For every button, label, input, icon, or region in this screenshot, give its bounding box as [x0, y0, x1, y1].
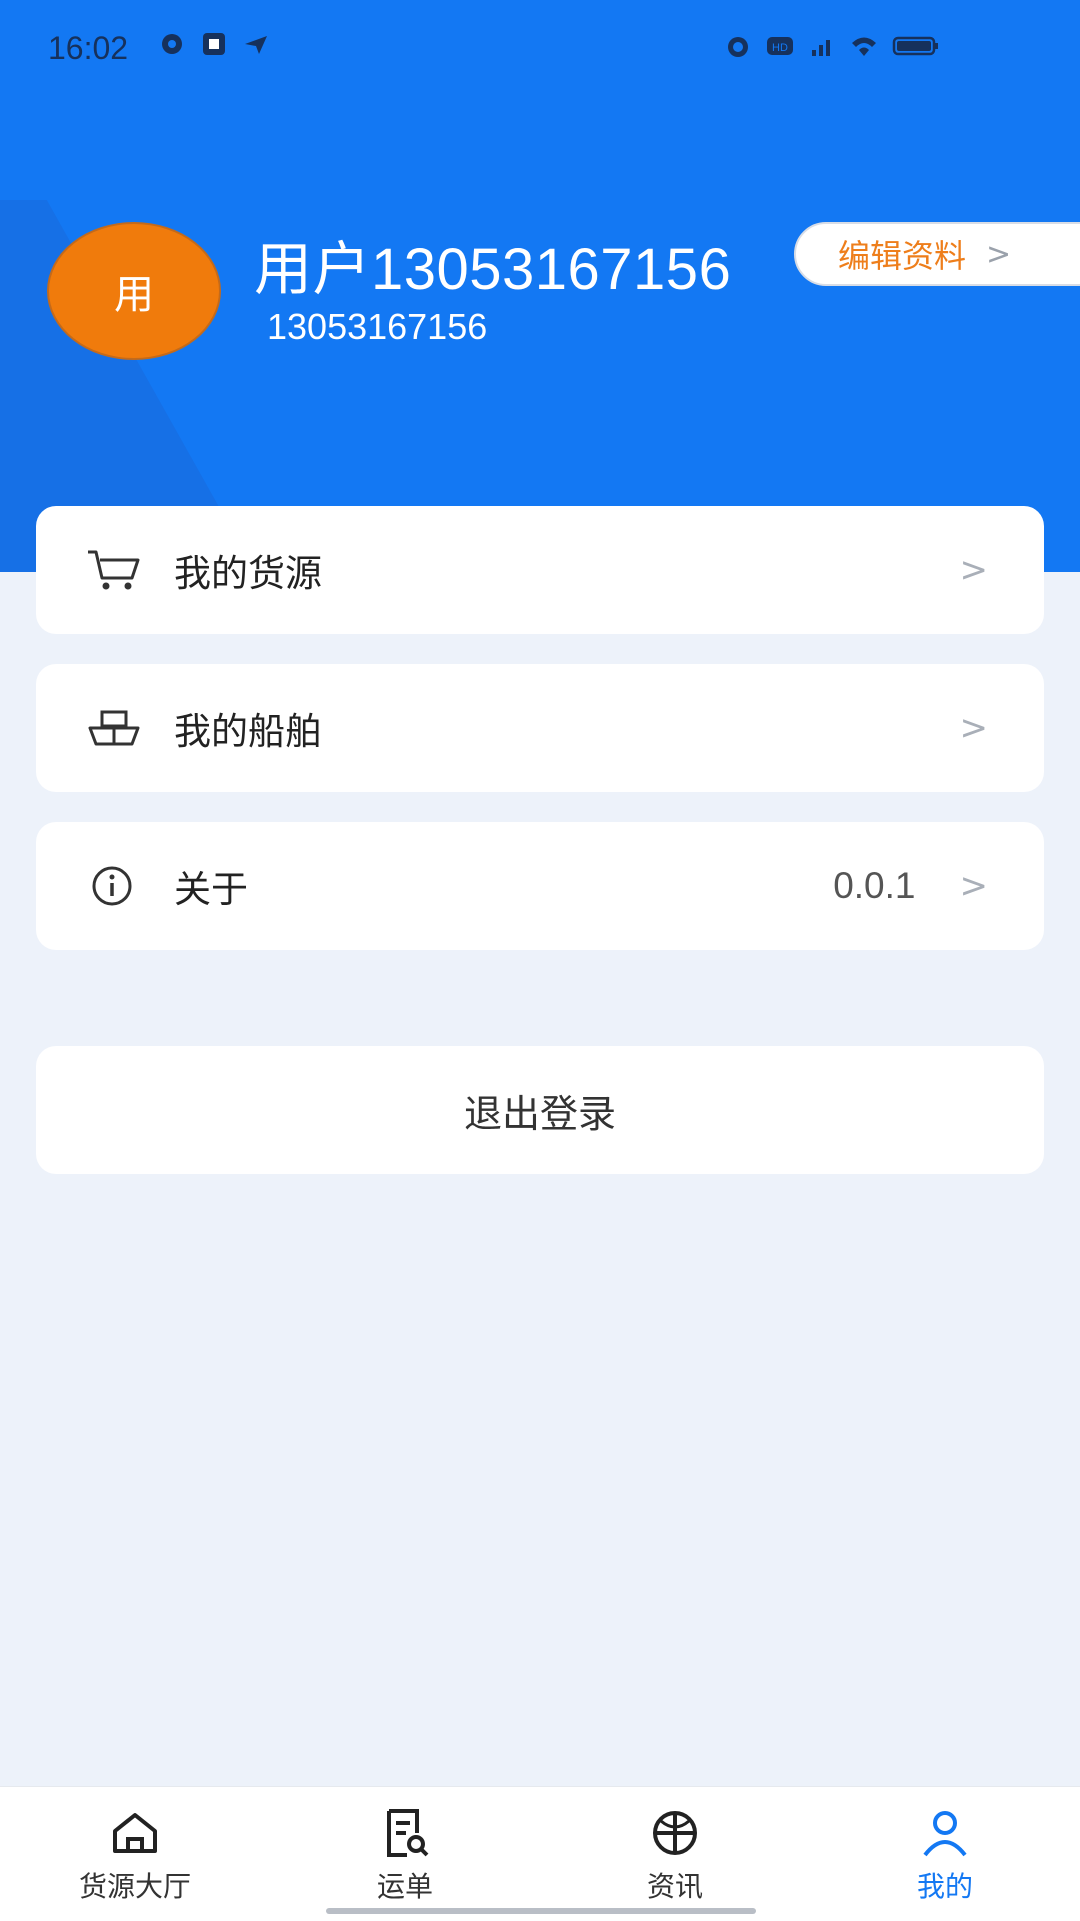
tab-label: 我的 — [916, 1870, 973, 1903]
user-name: 用户13053167156 — [254, 237, 732, 302]
user-phone: 13053167156 — [267, 306, 488, 347]
logout-label: 退出登录 — [463, 1091, 616, 1136]
tab-news[interactable]: 资讯 — [540, 1787, 810, 1921]
tab-label: 运单 — [376, 1870, 433, 1903]
news-icon — [653, 1811, 697, 1855]
avatar[interactable]: 用 — [47, 222, 221, 360]
chevron-right-icon: > — [959, 550, 989, 590]
menu-item-label: 我的货源 — [174, 552, 322, 595]
app-icon — [203, 33, 225, 55]
tab-label: 货源大厅 — [78, 1870, 191, 1903]
menu-item-label: 我的船舶 — [174, 710, 322, 753]
chevron-right-icon: > — [959, 708, 989, 748]
logout-button[interactable]: 退出登录 — [36, 1046, 1044, 1174]
tab-cargo-hall[interactable]: 货源大厅 — [0, 1787, 270, 1921]
menu-item-about[interactable]: 关于 0.0.1 > — [36, 822, 1044, 950]
status-right-icons: HD — [724, 32, 940, 60]
info-icon — [86, 864, 148, 908]
ship-icon — [86, 706, 148, 750]
profile-header: 16:02 HD 用 用户13053167156 13053167156 编辑资… — [0, 0, 1080, 572]
waybill-icon — [387, 1809, 429, 1857]
battery-icon — [892, 36, 938, 56]
tab-waybill[interactable]: 运单 — [270, 1787, 540, 1921]
app-version: 0.0.1 — [833, 865, 916, 906]
status-time: 16:02 — [48, 30, 129, 66]
menu-item-label: 关于 — [174, 868, 248, 911]
status-bar: 16:02 HD — [0, 0, 1080, 100]
svg-text:HD: HD — [772, 42, 788, 54]
tab-mine[interactable]: 我的 — [810, 1787, 1080, 1921]
edit-profile-label: 编辑资料 — [838, 237, 967, 275]
status-left-icons — [158, 30, 270, 58]
tab-label: 资讯 — [646, 1870, 703, 1903]
profile-icon — [923, 1811, 967, 1857]
bottom-tab-bar: 货源大厅 运单 资讯 我的 — [0, 1786, 1080, 1921]
network-arrow-icon — [245, 36, 267, 54]
alarm-icon — [728, 37, 748, 57]
wifi-icon — [852, 37, 876, 56]
chevron-right-icon: > — [986, 236, 1012, 272]
menu-item-my-cargo[interactable]: 我的货源 > — [36, 506, 1044, 634]
hd-icon: HD — [767, 37, 793, 55]
notification-icon — [162, 34, 182, 54]
signal-icon — [812, 40, 830, 56]
cart-icon — [86, 548, 148, 592]
chevron-right-icon: > — [959, 866, 989, 906]
edit-profile-button[interactable]: 编辑资料 > — [794, 222, 1080, 286]
home-indicator[interactable] — [326, 1908, 756, 1914]
home-icon — [113, 1813, 157, 1853]
menu-item-my-ships[interactable]: 我的船舶 > — [36, 664, 1044, 792]
